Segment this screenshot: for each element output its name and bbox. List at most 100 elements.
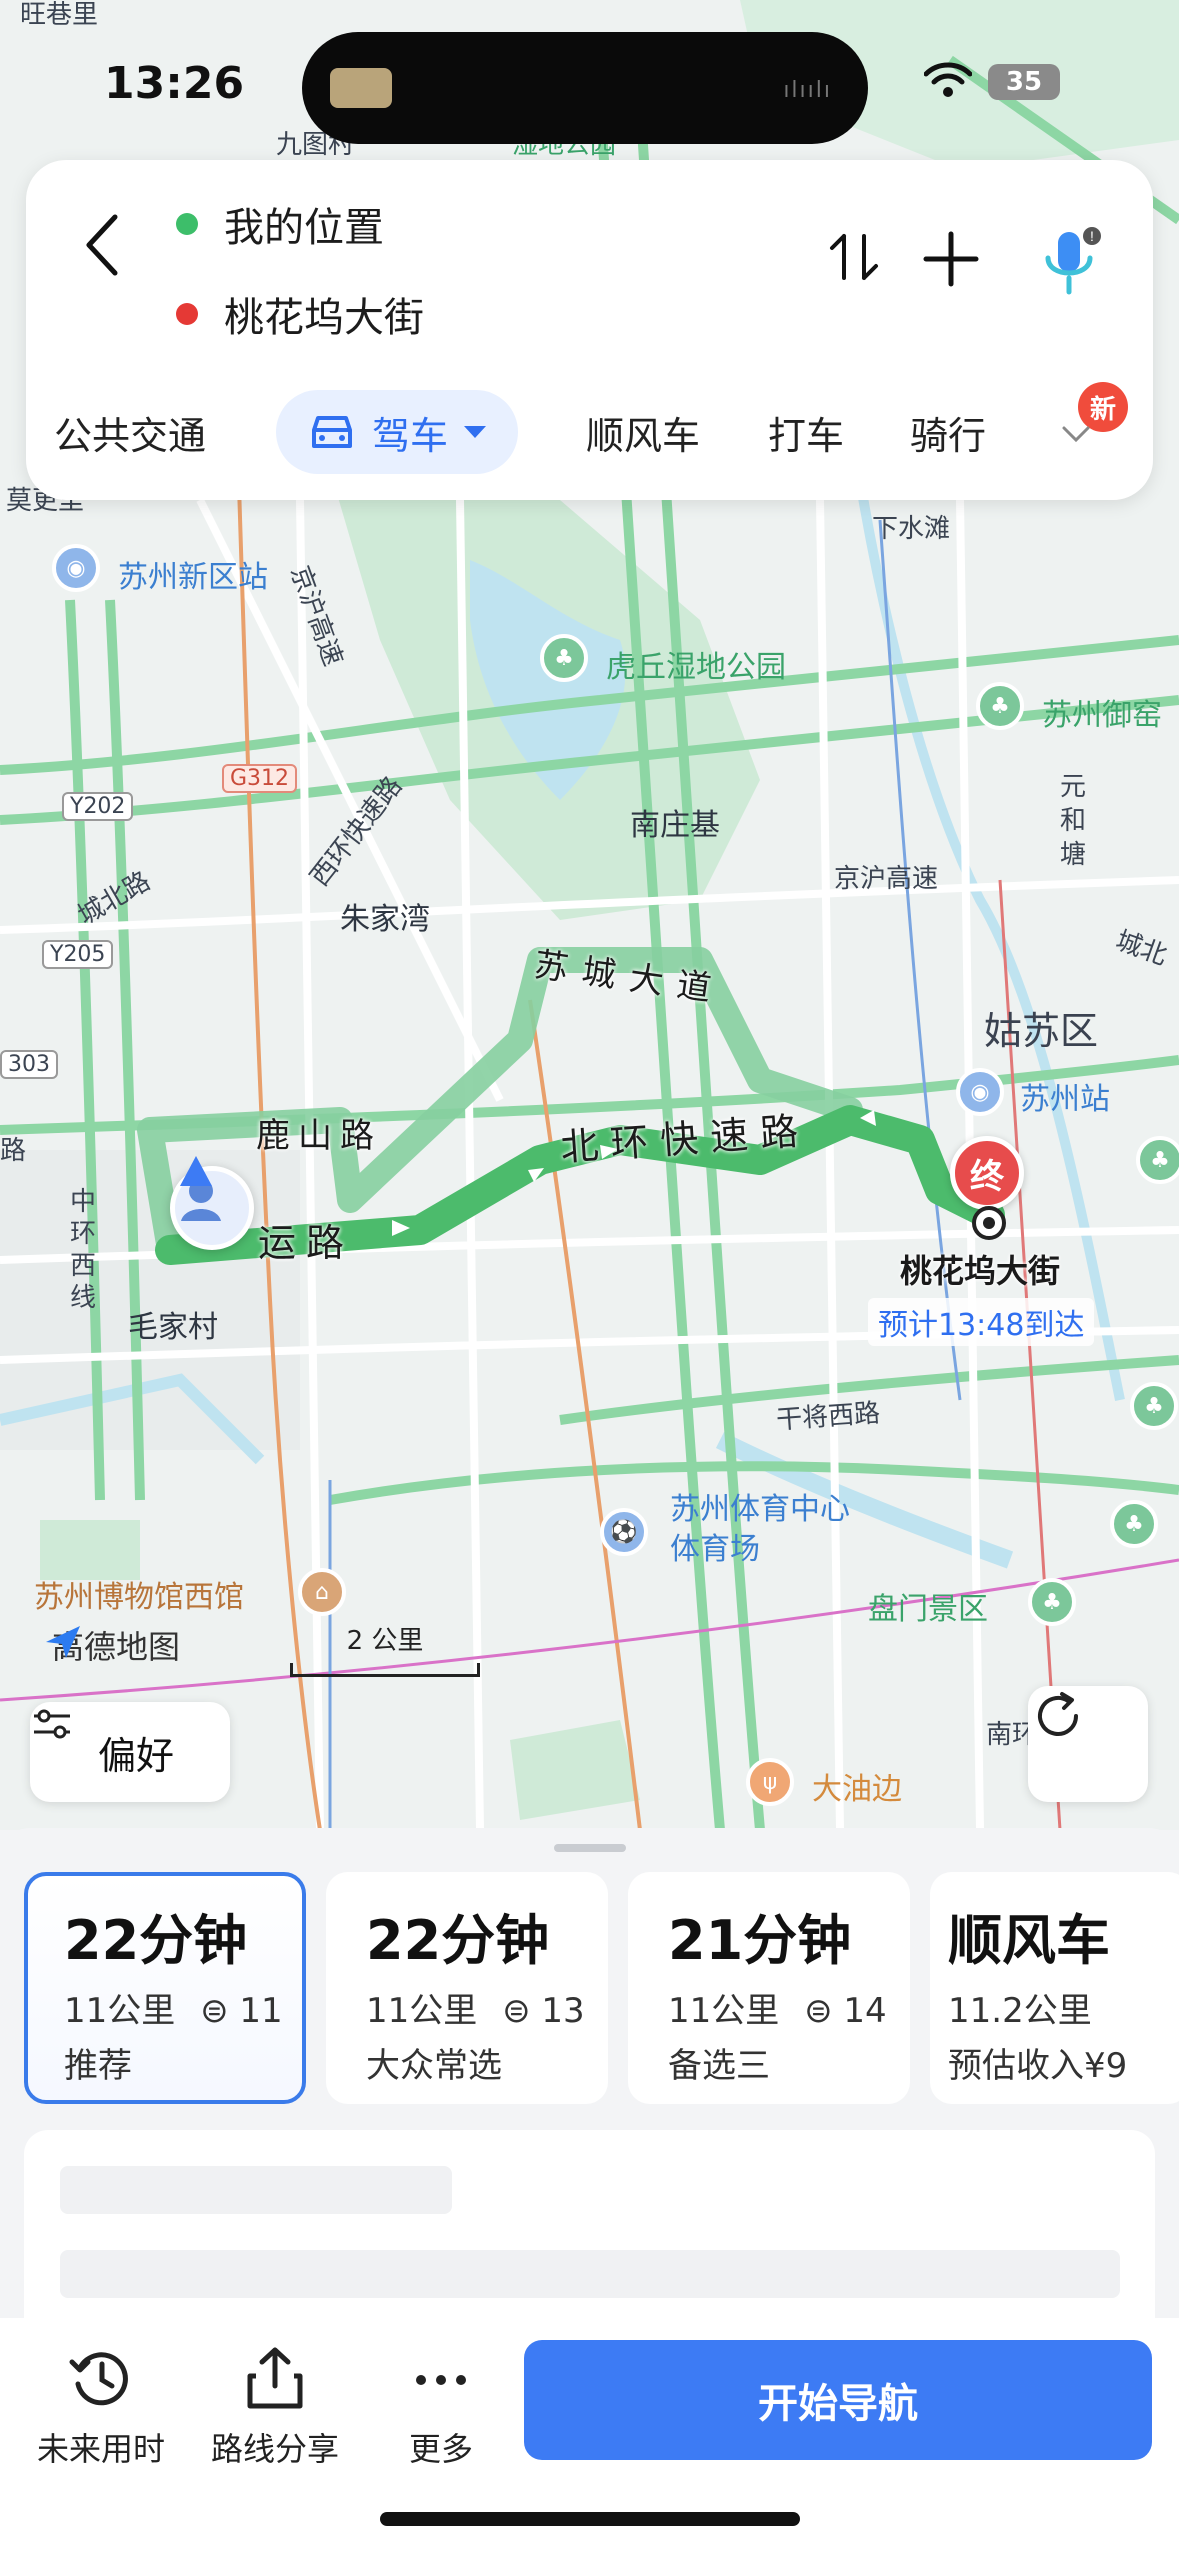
share-route-button[interactable]: 路线分享 <box>190 2344 360 2470</box>
park-icon: ♣ <box>1110 1500 1158 1548</box>
future-time-button[interactable]: 未来用时 <box>16 2344 186 2470</box>
more-button[interactable]: 更多 <box>356 2344 526 2470</box>
traffic-light-icon: ⊜ <box>502 1991 531 2031</box>
road-label: 鹿山路 <box>256 1116 382 1156</box>
map-label: 姑苏区 <box>984 1009 1099 1053</box>
route-tag: 大众常选 <box>366 2046 502 2086</box>
route-distance: 11.2公里 <box>948 1991 1092 2031</box>
route-time: 22分钟 <box>64 1909 248 1972</box>
route-time: 22分钟 <box>366 1909 550 1972</box>
park-icon: ♣ <box>976 682 1024 730</box>
road-shield: Y205 <box>42 940 114 969</box>
destination-field[interactable]: 桃花坞大街 <box>176 284 424 344</box>
origin-label: 我的位置 <box>224 205 384 251</box>
microphone-icon[interactable]: ! <box>1036 222 1106 302</box>
destination-marker[interactable]: 终 <box>950 1136 1024 1210</box>
route-option-carpool[interactable]: 顺风车 11.2公里 预估收入¥9 <box>930 1872 1179 2104</box>
brand-logo: 高德地图 <box>44 1622 180 1668</box>
dynamic-island: ılıılı <box>302 32 868 144</box>
food-icon: ψ <box>746 1758 794 1806</box>
route-distance-row: 11公里 ⊜ 14 <box>668 1983 910 2032</box>
route-option-2[interactable]: 22分钟 11公里 ⊜ 13 大众常选 <box>326 1872 608 2104</box>
origin-dot-icon <box>176 213 198 235</box>
skeleton-line <box>60 2250 1120 2298</box>
map-label: 下水滩 <box>872 514 951 544</box>
preference-button[interactable]: 偏好 <box>30 1702 230 1802</box>
more-label: 更多 <box>408 2430 473 2468</box>
back-button[interactable] <box>68 210 138 280</box>
map-label: 虎丘湿地公园 <box>606 650 786 685</box>
audio-waveform-icon: ılıılı <box>783 78 832 103</box>
chevron-down-icon[interactable] <box>1058 416 1094 452</box>
home-indicator[interactable] <box>380 2512 800 2526</box>
tab-taxi[interactable]: 打车 <box>768 390 844 474</box>
park-icon: ♣ <box>1028 1578 1076 1626</box>
destination-dot-icon <box>176 303 198 325</box>
chevron-left-icon <box>86 214 118 276</box>
route-distance: 11公里 <box>366 1991 478 2031</box>
travel-mode-tabs: 公共交通 驾车 顺风车 打车 骑行 <box>26 390 1153 480</box>
map-label: 盘门景区 <box>868 1592 988 1627</box>
park-icon: ♣ <box>1136 1136 1179 1184</box>
route-time: 21分钟 <box>668 1909 852 1972</box>
share-icon <box>247 2347 303 2409</box>
route-option-1[interactable]: 22分钟 11公里 ⊜ 11 推荐 <box>24 1872 306 2104</box>
map-label: 毛家村 <box>128 1310 218 1345</box>
status-time: 13:26 <box>104 58 245 109</box>
car-icon <box>312 416 352 448</box>
future-time-label: 未来用时 <box>36 2430 165 2468</box>
map-label: 干将西路 <box>775 1398 882 1436</box>
map-label: 旺巷里 <box>20 0 99 30</box>
route-distance-row: 11公里 ⊜ 11 <box>64 1983 302 2032</box>
route-tag: 推荐 <box>64 2046 132 2086</box>
map-label: 苏州御窑 <box>1042 698 1162 733</box>
clock-icon <box>69 2352 128 2406</box>
refresh-icon <box>1038 1692 1078 1736</box>
route-tag: 备选三 <box>668 2046 770 2086</box>
road-shield: Y202 <box>62 792 134 821</box>
tab-bike[interactable]: 骑行 <box>910 390 986 474</box>
tab-transit[interactable]: 公共交通 <box>54 390 206 474</box>
destination-pin-icon <box>972 1206 1006 1240</box>
heading-arrow-icon <box>180 1156 212 1186</box>
map-label: 苏州新区站 <box>118 560 268 595</box>
traffic-light-count: 11 <box>239 1991 283 2031</box>
route-time: 顺风车 <box>948 1909 1110 1972</box>
now-playing-artwork <box>330 68 392 108</box>
more-dots-icon <box>416 2375 466 2385</box>
route-option-3[interactable]: 21分钟 11公里 ⊜ 14 备选三 <box>628 1872 910 2104</box>
eta-label: 预计13:48到达 <box>868 1298 1095 1346</box>
caret-down-icon <box>464 426 487 438</box>
preference-label: 偏好 <box>97 1733 174 1778</box>
route-tag: 预估收入¥9 <box>948 2046 1128 2086</box>
map-label: 元和塘 <box>1060 772 1087 870</box>
refresh-button[interactable] <box>1028 1686 1148 1802</box>
highway-shield: G312 <box>222 764 298 793</box>
traffic-light-icon: ⊜ <box>200 1991 229 2031</box>
swap-icon[interactable] <box>826 228 886 288</box>
traffic-light-icon: ⊜ <box>804 1991 833 2031</box>
traffic-light-count: 14 <box>843 1991 887 2031</box>
map-label: 京沪高速 <box>834 864 939 894</box>
add-waypoint-icon[interactable] <box>918 226 984 292</box>
svg-text:!: ! <box>1090 228 1094 244</box>
map-label: 朱家湾 <box>340 902 430 937</box>
map-label: 大油边 <box>812 1772 902 1807</box>
tab-drive[interactable]: 驾车 <box>276 390 519 474</box>
start-navigation-button[interactable]: 开始导航 <box>524 2340 1152 2460</box>
sheet-grabber[interactable] <box>554 1844 626 1852</box>
skeleton-line <box>60 2166 452 2214</box>
sliders-icon <box>34 1709 70 1739</box>
stadium-icon: ⚽ <box>600 1508 648 1556</box>
tab-carpool[interactable]: 顺风车 <box>586 390 700 474</box>
scale-label: 2 公里 <box>346 1626 424 1656</box>
wifi-icon <box>924 62 972 97</box>
station-icon: ◉ <box>52 544 100 592</box>
destination-label: 桃花坞大街 <box>224 295 424 341</box>
route-distance: 11公里 <box>64 1991 176 2031</box>
route-search-card: 我的位置 桃花坞大街 ! 公共交通 驾车 顺风车 打车 骑行 新 <box>26 160 1153 500</box>
origin-field[interactable]: 我的位置 <box>176 194 384 254</box>
share-route-label: 路线分享 <box>210 2430 339 2468</box>
road-label: 运路 <box>258 1221 355 1265</box>
bottom-action-bar: 未来用时 路线分享 更多 开始导航 <box>0 2318 1179 2556</box>
